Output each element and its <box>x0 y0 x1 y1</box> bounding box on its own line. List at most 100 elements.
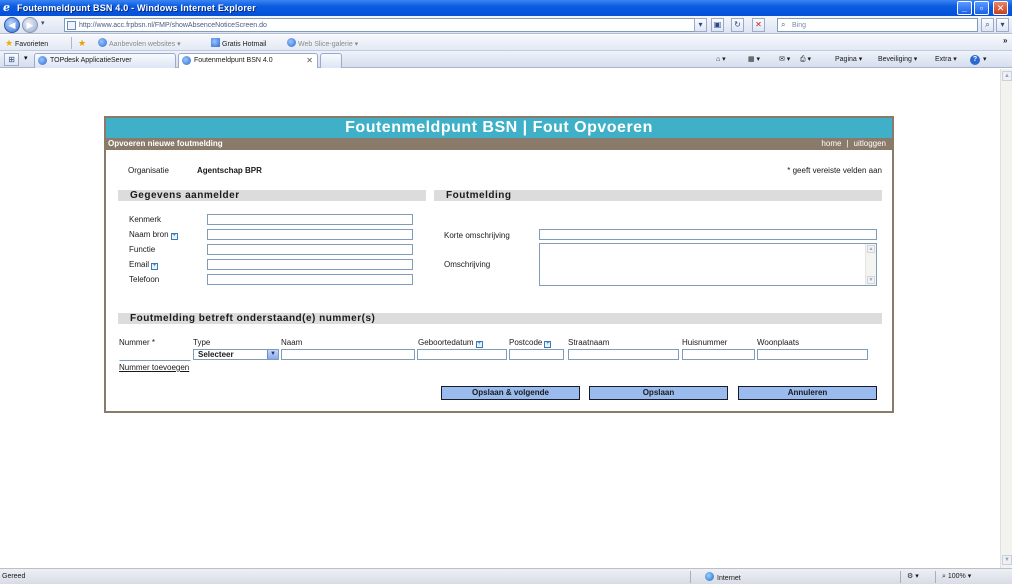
address-dropdown-button[interactable]: ▾ <box>694 18 707 32</box>
woonplaats-input[interactable] <box>757 349 868 360</box>
address-url: http://www.acc.frpbsn.nl/FMP/showAbsence… <box>79 22 267 29</box>
status-separator <box>690 571 691 583</box>
feeds-icon[interactable]: ▦ ▾ <box>748 55 760 65</box>
section-numbers-header: Foutmelding betreft onderstaand(e) numme… <box>118 313 882 324</box>
chevron-down-icon[interactable]: ▼ <box>267 350 278 359</box>
search-options-button[interactable]: ▾ <box>996 18 1009 32</box>
close-tab-icon[interactable]: ✕ <box>306 54 313 67</box>
add-number-link[interactable]: Nummer toevoegen <box>119 363 189 373</box>
globe-icon <box>705 572 714 581</box>
scroll-down-icon[interactable]: ▼ <box>867 276 875 284</box>
globe-icon <box>38 56 47 65</box>
scroll-up-icon[interactable]: ▲ <box>867 245 875 253</box>
protected-mode-icon[interactable]: ⚙ ▾ <box>907 572 919 582</box>
naam-input[interactable] <box>281 349 415 360</box>
address-field[interactable]: http://www.acc.frpbsn.nl/FMP/showAbsence… <box>64 18 706 32</box>
quick-tabs-icon[interactable]: ⊞ <box>4 53 19 66</box>
short-description-label: Korte omschrijving <box>444 231 510 240</box>
col-type-label: Type <box>193 338 211 347</box>
window-title: Foutenmeldpunt BSN 4.0 - Windows Interne… <box>17 3 256 13</box>
tab-foutenmeldpunt[interactable]: Foutenmeldpunt BSN 4.0 ✕ <box>178 53 318 68</box>
favorites-button[interactable]: ★ Favorieten <box>5 38 48 50</box>
zoom-control[interactable]: ⌕ 100% ▾ <box>942 572 971 582</box>
safety-menu[interactable]: Beveiliging ▾ <box>878 55 917 65</box>
nummer-input[interactable] <box>119 350 191 361</box>
functie-input[interactable] <box>207 244 413 255</box>
home-icon[interactable]: ⌂ ▾ <box>716 55 726 65</box>
vertical-scrollbar[interactable]: ▲ ▼ <box>1000 69 1012 568</box>
info-plus-icon[interactable]: + <box>151 263 159 270</box>
window-titlebar: e Foutenmeldpunt BSN 4.0 - Windows Inter… <box>0 0 1012 16</box>
favorite-link-recommended[interactable]: Aanbevolen websites ▾ <box>98 38 181 50</box>
info-plus-icon[interactable]: + <box>170 233 178 240</box>
app-subheader: Opvoeren nieuwe foutmelding home | uitlogg… <box>106 138 892 150</box>
cancel-button[interactable]: Annuleren <box>738 386 877 400</box>
close-window-button[interactable]: ✕ <box>993 1 1008 15</box>
col-naam-label: Naam <box>281 338 303 347</box>
textarea-scrollbar[interactable]: ▲ ▼ <box>865 244 876 285</box>
telefoon-label: Telefoon <box>129 275 160 284</box>
mail-icon[interactable]: ✉ ▾ <box>779 55 790 65</box>
huisnummer-input[interactable] <box>682 349 755 360</box>
minimize-button[interactable]: _ <box>957 1 972 15</box>
naam-bron-input[interactable] <box>207 229 413 240</box>
search-placeholder: Bing <box>792 22 807 29</box>
col-nummer-label: Nummer * <box>119 338 156 347</box>
short-description-input[interactable] <box>539 229 877 240</box>
scroll-up-icon[interactable]: ▲ <box>1002 71 1012 81</box>
info-plus-icon[interactable]: + <box>544 341 552 348</box>
print-icon[interactable]: ⎙ ▾ <box>800 55 811 65</box>
compat-view-button[interactable]: ▣ <box>711 18 724 32</box>
straatnaam-input[interactable] <box>568 349 679 360</box>
chevron-right-icon[interactable]: » <box>1003 36 1007 45</box>
home-link[interactable]: home <box>821 139 841 148</box>
col-huisnummer-label: Huisnummer <box>682 338 728 347</box>
kenmerk-input[interactable] <box>207 214 413 225</box>
new-tab-button[interactable] <box>320 53 342 68</box>
type-select[interactable]: Selecteer ▼ <box>193 349 279 360</box>
save-button[interactable]: Opslaan <box>589 386 728 400</box>
help-icon[interactable]: ? <box>970 55 980 65</box>
email-input[interactable] <box>207 259 413 270</box>
ie-page-icon <box>98 38 107 47</box>
status-bar: Gereed Internet ⚙ ▾ ⌕ 100% ▾ <box>0 568 1012 584</box>
favorites-bar: ★ Favorieten ★ Aanbevolen websites ▾ Gra… <box>0 35 1012 51</box>
scroll-down-icon[interactable]: ▼ <box>1002 555 1012 565</box>
history-dropdown-icon[interactable]: ▾ <box>41 19 45 27</box>
geboortedatum-input[interactable] <box>417 349 507 360</box>
favorite-link-hotmail[interactable]: Gratis Hotmail <box>211 38 266 50</box>
page-menu[interactable]: Pagina ▾ <box>835 55 862 65</box>
maximize-button[interactable]: ▫ <box>974 1 989 15</box>
tab-topdesk[interactable]: TOPdesk ApplicatieServer <box>34 53 176 68</box>
info-plus-icon[interactable]: + <box>475 341 483 348</box>
tab-list-dropdown-icon[interactable]: ▾ <box>24 54 28 62</box>
save-next-button[interactable]: Opslaan & volgende <box>441 386 580 400</box>
back-button[interactable]: ◀ <box>4 17 20 33</box>
favorite-link-webslice[interactable]: Web Slice-galerie ▾ <box>287 38 358 50</box>
status-separator <box>935 571 936 583</box>
col-straatnaam-label: Straatnaam <box>568 338 610 347</box>
help-dropdown-icon[interactable]: ▾ <box>983 55 987 65</box>
header-links: home | uitloggen <box>821 138 886 150</box>
search-input[interactable]: ⌕ Bing <box>777 18 978 32</box>
kenmerk-label: Kenmerk <box>129 215 162 224</box>
search-button[interactable]: ⌕ <box>981 18 994 32</box>
tools-menu[interactable]: Extra ▾ <box>935 55 957 65</box>
postcode-input[interactable] <box>509 349 564 360</box>
address-toolbar: ◀ ▶ ▾ http://www.acc.frpbsn.nl/FMP/showA… <box>0 16 1012 34</box>
hotmail-icon <box>211 38 220 47</box>
forward-button[interactable]: ▶ <box>22 17 38 33</box>
description-textarea[interactable]: ▲ ▼ <box>539 243 877 286</box>
status-separator <box>900 571 901 583</box>
star-icon: ★ <box>5 38 14 48</box>
refresh-button[interactable]: ↻ <box>731 18 744 32</box>
add-favorite-icon[interactable]: ★ <box>78 38 86 50</box>
link-separator: | <box>846 139 849 148</box>
organisation-value: Agentschap BPR <box>197 166 262 175</box>
stop-button[interactable]: ✕ <box>752 18 765 32</box>
col-postcode-label: Postcode + <box>509 338 552 348</box>
logout-link[interactable]: uitloggen <box>854 139 886 148</box>
app-header: Foutenmeldpunt BSN | Fout Opvoeren <box>106 118 892 138</box>
telefoon-input[interactable] <box>207 274 413 285</box>
required-note: * geeft vereiste velden aan <box>787 166 882 175</box>
